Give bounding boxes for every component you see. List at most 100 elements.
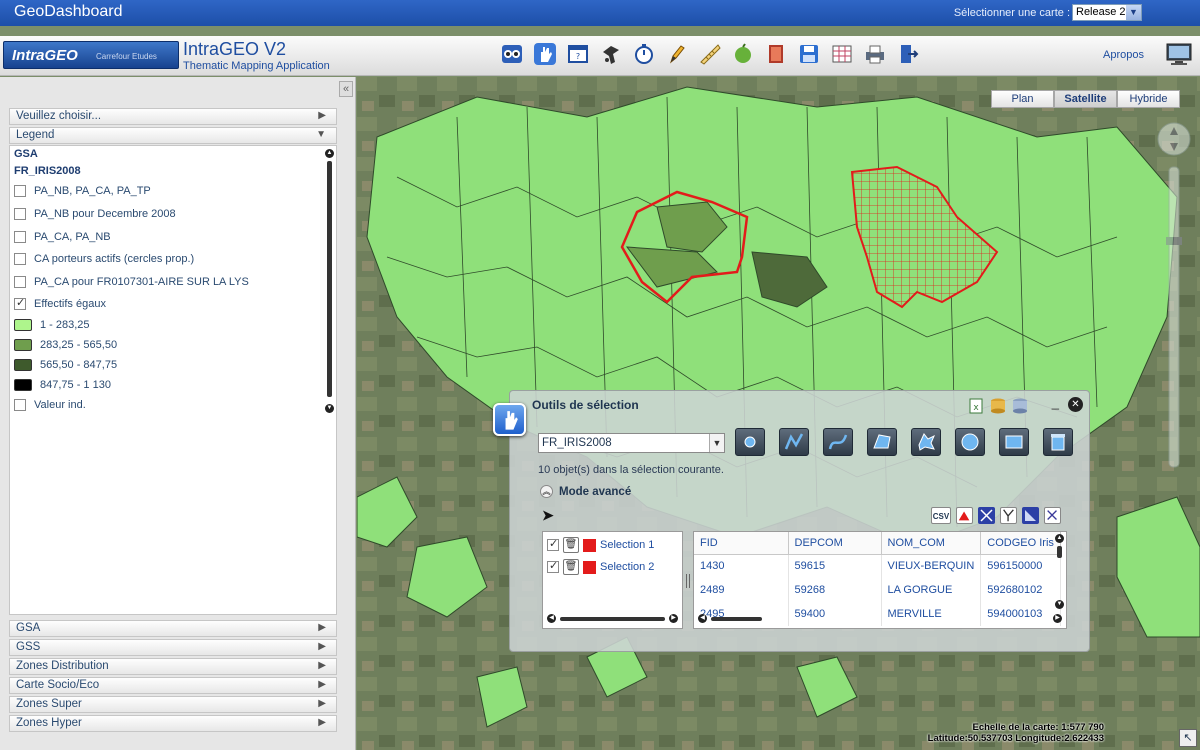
accordion-gss[interactable]: GSS ▶ (9, 639, 337, 656)
accordion-gsa[interactable]: GSA ▶ (9, 620, 337, 637)
checkbox[interactable] (14, 231, 26, 243)
pencil-icon[interactable] (663, 39, 690, 69)
scroll-thumb[interactable] (327, 161, 332, 397)
window-icon[interactable]: ? (564, 39, 591, 69)
polyline-select-button[interactable] (779, 428, 809, 456)
polygon-select-button[interactable] (867, 428, 897, 456)
accordion-carte-socio-eco[interactable]: Carte Socio/Eco ▶ (9, 677, 337, 694)
layer-select[interactable]: FR_IRIS2008 ▼ (538, 433, 725, 453)
logo-main-text: IntraGEO (12, 47, 78, 64)
scroll-thumb[interactable] (711, 617, 762, 621)
curve-select-button[interactable] (823, 428, 853, 456)
point-select-button[interactable] (735, 428, 765, 456)
scroll-right-icon[interactable]: ▶ (1053, 614, 1062, 623)
scroll-thumb[interactable] (560, 617, 665, 621)
selection-checkbox[interactable] (547, 537, 559, 551)
checkbox-checked[interactable] (14, 296, 26, 310)
accordion-zones-super[interactable]: Zones Super ▶ (9, 696, 337, 713)
selection-row[interactable]: 🗑 Selection 2 (543, 556, 682, 578)
timer-icon[interactable] (630, 39, 657, 69)
resize-corner-icon[interactable]: ↖ (1179, 729, 1197, 747)
column-header[interactable]: FID (694, 532, 789, 555)
tool-icon[interactable] (597, 39, 624, 69)
legend-item[interactable]: Valeur ind. (14, 397, 86, 413)
collapse-panel-button[interactable]: « (339, 81, 353, 97)
accordion-choose[interactable]: Veuillez choisir... ▶ (9, 108, 337, 125)
chevron-right-icon: ▶ (318, 679, 326, 690)
close-icon[interactable]: ✕ (1068, 397, 1083, 412)
apropos-link[interactable]: Apropos (1103, 49, 1144, 61)
splitter-handle[interactable] (686, 574, 690, 588)
advanced-mode-toggle[interactable]: ︽ Mode avancé (540, 485, 631, 498)
legend-item[interactable]: PA_NB pour Decembre 2008 (14, 206, 176, 222)
scroll-down-icon[interactable]: ▼ (1055, 600, 1064, 609)
settings-export-icon[interactable] (1044, 507, 1061, 524)
map-select[interactable]: Release 2 ▼ (1072, 4, 1142, 21)
scroll-right-icon[interactable]: ▶ (669, 614, 678, 623)
scroll-up-icon[interactable]: ▲ (1055, 534, 1064, 543)
scroll-thumb[interactable] (1057, 546, 1062, 558)
rectangle-select-button[interactable] (999, 428, 1029, 456)
map-type-plan[interactable]: Plan (991, 90, 1054, 108)
trash-icon[interactable]: 🗑 (563, 559, 579, 575)
checkbox[interactable] (14, 208, 26, 220)
book-icon[interactable] (762, 39, 789, 69)
dialog-title: Outils de sélection (532, 398, 639, 412)
ruler-icon[interactable] (696, 39, 723, 69)
zoom-navigation-control[interactable] (1156, 117, 1192, 477)
layer-export-icon[interactable] (1022, 507, 1039, 524)
legend-scrollbar[interactable]: ▲ ▼ (325, 149, 334, 413)
csv-export-button[interactable]: CSV (931, 507, 951, 524)
freehand-select-button[interactable] (911, 428, 941, 456)
excel-export-icon[interactable]: x (967, 397, 985, 415)
scroll-down-icon[interactable]: ▼ (325, 404, 334, 413)
accordion-legend[interactable]: Legend ▼ (9, 127, 337, 144)
circle-select-button[interactable] (955, 428, 985, 456)
table-row[interactable]: 1430 59615 VIEUX-BERQUIN 596150000 (694, 554, 1062, 578)
table-icon[interactable] (828, 39, 855, 69)
fork-icon[interactable] (1000, 507, 1017, 524)
chart-icon[interactable] (956, 507, 973, 524)
glasses-icon[interactable] (498, 39, 525, 69)
checkbox[interactable] (14, 185, 26, 197)
map-type-satellite[interactable]: Satellite (1054, 90, 1117, 108)
scroll-up-icon[interactable]: ▲ (325, 149, 334, 158)
vertical-scrollbar[interactable]: ▲ ▼ (1055, 534, 1064, 614)
save-icon[interactable] (795, 39, 822, 69)
horizontal-scrollbar[interactable]: ◀ ▶ (547, 614, 678, 624)
clear-selection-button[interactable] (1043, 428, 1073, 456)
column-header[interactable]: DEPCOM (788, 532, 882, 555)
scroll-left-icon[interactable]: ◀ (547, 614, 556, 623)
legend-item[interactable]: PA_CA pour FR0107301-AIRE SUR LA LYS (14, 274, 249, 290)
selection-row[interactable]: 🗑 Selection 1 (543, 534, 682, 556)
accordion-zones-hyper[interactable]: Zones Hyper ▶ (9, 715, 337, 732)
map-type-hybride[interactable]: Hybride (1117, 90, 1180, 108)
column-header[interactable]: NOM_COM (881, 532, 982, 555)
exit-icon[interactable] (894, 39, 921, 69)
accordion-zones-distribution[interactable]: Zones Distribution ▶ (9, 658, 337, 675)
leaf-icon[interactable] (729, 39, 756, 69)
database-save-icon[interactable] (1011, 397, 1029, 415)
legend-item[interactable]: PA_CA, PA_NB (14, 229, 111, 245)
scroll-left-icon[interactable]: ◀ (698, 614, 707, 623)
legend-item[interactable]: CA porteurs actifs (cercles prop.) (14, 251, 194, 267)
checkbox[interactable] (14, 399, 26, 411)
table-row[interactable]: 2489 59268 LA GORGUE 592680102 (694, 578, 1062, 602)
table-header-row: FID DEPCOM NOM_COM CODGEO Iris (694, 532, 1062, 555)
hand-icon[interactable] (531, 39, 558, 69)
checkbox[interactable] (14, 253, 26, 265)
horizontal-scrollbar[interactable]: ◀ ▶ (698, 614, 1062, 624)
trash-icon[interactable]: 🗑 (563, 537, 579, 553)
print-icon[interactable] (861, 39, 888, 69)
map-export-icon[interactable] (978, 507, 995, 524)
hand-cursor-icon (493, 403, 526, 436)
legend-item[interactable]: Effectifs égaux (14, 296, 106, 312)
run-arrow-icon[interactable]: ➤ (542, 507, 554, 524)
legend-item[interactable]: PA_NB, PA_CA, PA_TP (14, 183, 151, 199)
selection-checkbox[interactable] (547, 559, 559, 573)
checkbox[interactable] (14, 276, 26, 288)
minimize-button[interactable]: _ (1052, 395, 1059, 410)
column-header[interactable]: CODGEO Iris (980, 532, 1062, 555)
monitor-icon[interactable] (1166, 43, 1192, 67)
database-icon[interactable] (989, 397, 1007, 415)
